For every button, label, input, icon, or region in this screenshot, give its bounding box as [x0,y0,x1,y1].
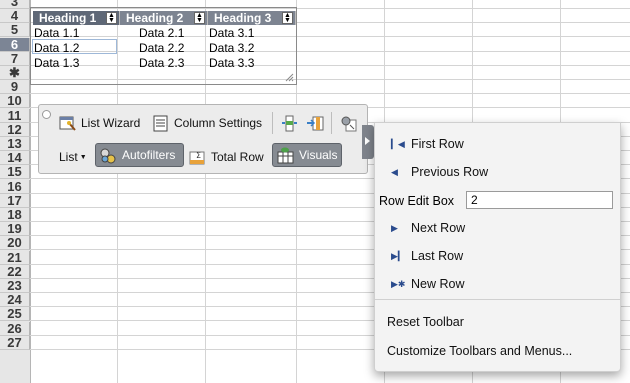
row-number[interactable]: 25 [0,307,30,322]
row-number[interactable]: 12 [0,122,30,137]
row-number[interactable]: 26 [0,321,30,336]
autofilters-label: Autofilters [122,148,176,162]
filter-dropdown-icon[interactable]: ▲ ▼ [282,12,293,24]
column-settings-label: Column Settings [174,116,263,130]
list-menu-label: List [59,150,78,164]
visuals-icon [277,147,294,163]
autofilters-icon [100,148,116,163]
menu-item-reset-toolbar[interactable]: Reset Toolbar [375,311,620,333]
list-cell[interactable]: Data 3.1 [209,26,254,40]
menu-item-last-row[interactable]: ▶▎ Last Row [375,245,620,267]
previous-row-icon: ◀ [391,167,398,177]
row-number[interactable]: 20 [0,236,30,251]
row-number[interactable]: 22 [0,264,30,279]
visuals-toggle[interactable]: Visuals [272,143,342,167]
autofilters-toggle[interactable]: Autofilters [95,143,184,167]
row-edit-box-label: Row Edit Box [379,194,455,208]
resize-handle-icon[interactable] [285,73,294,82]
insert-column-icon [307,116,324,130]
list-header-1[interactable]: Heading 1 ▲ ▼ [33,11,120,25]
row-number[interactable]: 13 [0,137,30,151]
menu-item-label: Reset Toolbar [387,315,464,329]
menu-item-label: New Row [411,277,465,291]
column-settings-button[interactable]: Column Settings [148,111,266,135]
row-number[interactable]: 21 [0,250,30,265]
filter-dropdown-icon[interactable]: ▲ ▼ [194,12,205,24]
row-number[interactable]: 15 [0,165,30,180]
menu-separator [375,299,620,300]
last-row-icon: ▶▎ [391,251,405,261]
menu-item-previous-row[interactable]: ◀ Previous Row [375,161,620,183]
toolbar-separator [331,112,332,134]
insert-row-button[interactable] [277,111,302,135]
list-cell[interactable]: Data 2.2 [139,41,184,55]
refresh-data-icon [341,116,357,131]
menu-item-label: First Row [411,137,464,151]
menu-item-next-row[interactable]: ▶ Next Row [375,217,620,239]
new-row-icon: ▶✱ [391,279,406,289]
list-wizard-icon [59,116,76,131]
menu-item-first-row[interactable]: ▎◀ First Row [375,133,620,155]
toolbar-overflow-menu[interactable]: ▎◀ First Row ◀ Previous Row Row Edit Box… [374,122,621,372]
row-number[interactable]: 14 [0,151,30,166]
filter-dropdown-icon[interactable]: ▲ ▼ [106,12,117,24]
header-label: Heading 2 [126,11,184,25]
list-wizard-label: List Wizard [81,116,141,130]
list-cell[interactable]: Data 3.2 [209,41,254,55]
list-menu-button[interactable]: List ▼ [55,145,91,169]
toolbar-grip-icon[interactable] [42,110,51,119]
menu-item-label: Customize Toolbars and Menus... [387,344,573,358]
active-cell-outline [32,39,117,54]
insert-column-button[interactable] [303,111,328,135]
row-number[interactable]: 7 [0,51,30,66]
list-cell[interactable]: Data 1.1 [34,26,79,40]
visuals-label: Visuals [299,148,338,162]
menu-item-label: Last Row [411,249,464,263]
toolbar-overflow-button[interactable] [362,125,374,159]
row-edit-box-input[interactable] [466,191,613,209]
total-row-label: Total Row [211,150,264,164]
row-number[interactable]: 24 [0,293,30,308]
header-label: Heading 1 [39,11,97,25]
menu-item-label: Previous Row [411,165,489,179]
refresh-data-button[interactable] [336,111,361,135]
row-number[interactable]: 4 [0,9,30,24]
list-wizard-button[interactable]: List Wizard [55,111,144,135]
toolbar-separator [272,112,273,134]
menu-item-customize[interactable]: Customize Toolbars and Menus... [375,340,620,362]
row-number[interactable]: 16 [0,179,30,194]
insert-row-marker-icon: ✱ [0,66,30,80]
list-cell[interactable]: Data 2.1 [139,26,184,40]
list-header-2[interactable]: Heading 2 ▲ ▼ [120,11,208,25]
total-row-icon: Σ [189,151,205,164]
row-number[interactable]: 19 [0,222,30,237]
menu-item-label: Next Row [411,221,466,235]
row-number[interactable]: 11 [0,108,30,123]
list-cell[interactable]: Data 2.3 [139,56,184,70]
list-cell[interactable]: Data 3.3 [209,56,254,70]
insert-row-icon [282,115,297,131]
row-number[interactable]: 17 [0,193,30,208]
row-number[interactable]: 23 [0,279,30,293]
total-row-button[interactable]: Σ Total Row [185,145,268,169]
first-row-icon: ▎◀ [391,139,405,149]
header-label: Heading 3 [214,11,272,25]
column-settings-icon [153,115,168,131]
svg-text:Σ: Σ [196,151,201,160]
row-number[interactable]: 10 [0,94,30,109]
menu-item-new-row[interactable]: ▶✱ New Row [375,273,620,295]
row-number[interactable]: 27 [0,335,30,350]
next-row-icon: ▶ [391,223,398,233]
row-number[interactable]: 5 [0,23,30,38]
list-header-3[interactable]: Heading 3 ▲ ▼ [208,11,296,25]
chevron-down-icon: ▼ [79,153,87,161]
row-number[interactable]: 18 [0,208,30,222]
list-toolbar[interactable]: List Wizard Column Settings List ▼ Autof… [38,104,368,174]
row-number[interactable]: 9 [0,80,30,95]
row-number[interactable]: 6 [0,37,30,52]
list-cell[interactable]: Data 1.3 [34,56,79,70]
